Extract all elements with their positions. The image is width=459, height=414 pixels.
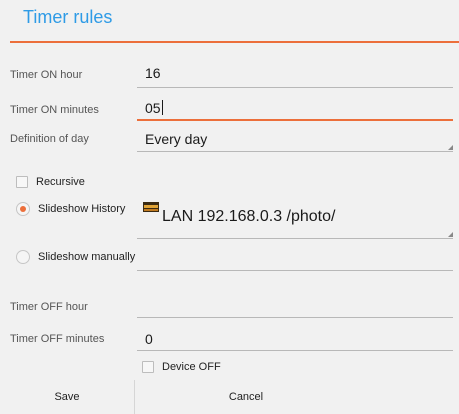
timer-off-minutes-underline: [137, 350, 453, 351]
device-off-label: Device OFF: [162, 361, 221, 373]
title-divider: [10, 41, 459, 43]
dropdown-corner-icon[interactable]: [448, 232, 453, 237]
slideshow-manually-label: Slideshow manually: [38, 251, 136, 263]
timer-on-minutes-value: 05: [145, 100, 161, 116]
slideshow-manually-option[interactable]: Slideshow manually: [16, 250, 135, 264]
timer-off-hour-underline: [137, 317, 453, 318]
definition-of-day-label: Definition of day: [10, 133, 89, 145]
timer-on-hour-input[interactable]: 16: [145, 65, 161, 81]
folder-icon: [143, 202, 159, 212]
timer-off-hour-label: Timer OFF hour: [10, 301, 88, 313]
slideshow-manually-radio[interactable]: [16, 250, 30, 264]
title-bar: Timer rules: [0, 0, 459, 43]
slideshow-history-radio[interactable]: [16, 202, 30, 216]
button-bar: Save Cancel: [0, 380, 459, 414]
timer-on-minutes-input[interactable]: 05: [145, 100, 163, 116]
recursive-checkbox[interactable]: [16, 176, 28, 188]
text-cursor: [161, 100, 163, 115]
dropdown-corner-icon[interactable]: [448, 145, 453, 150]
timer-rules-dialog: Timer rules Timer ON hour 16 Timer ON mi…: [0, 0, 459, 414]
dialog-title: Timer rules: [23, 7, 113, 27]
recursive-label: Recursive: [36, 176, 85, 188]
slideshow-history-label: Slideshow History: [38, 203, 126, 215]
device-off-checkbox[interactable]: [142, 361, 154, 373]
slideshow-history-path[interactable]: LAN 192.168.0.3 /photo/: [162, 208, 335, 226]
timer-on-hour-label: Timer ON hour: [10, 69, 83, 81]
save-button[interactable]: Save: [0, 380, 134, 414]
definition-of-day-select[interactable]: Every day: [145, 131, 207, 147]
definition-of-day-underline: [137, 151, 453, 152]
timer-on-minutes-label: Timer ON minutes: [10, 104, 99, 116]
recursive-option[interactable]: Recursive: [16, 176, 85, 188]
device-off-option[interactable]: Device OFF: [142, 361, 221, 373]
timer-on-hour-underline: [137, 87, 453, 88]
slideshow-history-underline: [137, 238, 453, 239]
timer-off-minutes-input[interactable]: 0: [145, 331, 153, 347]
slideshow-history-option[interactable]: Slideshow History: [16, 202, 125, 216]
cancel-button[interactable]: Cancel: [135, 380, 357, 414]
timer-on-minutes-underline: [137, 119, 453, 121]
slideshow-manually-underline: [137, 270, 453, 271]
timer-off-minutes-label: Timer OFF minutes: [10, 333, 105, 345]
